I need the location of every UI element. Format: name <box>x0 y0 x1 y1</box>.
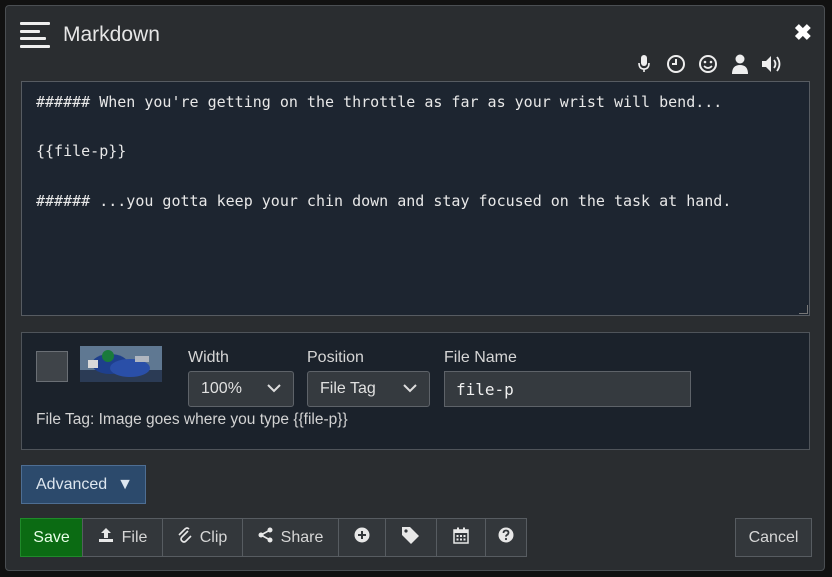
advanced-label: Advanced <box>36 475 108 493</box>
filename-input[interactable]: file-p <box>444 371 691 407</box>
upload-icon <box>98 527 114 548</box>
file-label: File <box>121 528 148 546</box>
editor-tool-icons <box>632 53 784 75</box>
share-button[interactable]: Share <box>242 518 339 557</box>
share-icon <box>258 527 273 548</box>
dialog-title: Markdown <box>63 23 160 46</box>
width-label: Width <box>188 349 229 366</box>
file-panel: Width 100% Position File Tag File Name f… <box>21 332 810 450</box>
file-select-checkbox[interactable] <box>36 351 68 382</box>
clock-icon[interactable] <box>664 53 688 75</box>
plus-circle-icon <box>354 527 370 548</box>
clip-button[interactable]: Clip <box>162 518 243 557</box>
calendar-icon <box>453 527 469 549</box>
bottom-toolbar: Save File Clip Share <box>20 518 527 557</box>
question-circle-icon <box>498 527 514 548</box>
calendar-button[interactable] <box>436 518 486 557</box>
clip-label: Clip <box>199 528 228 546</box>
paperclip-icon <box>178 527 192 548</box>
position-label: Position <box>307 349 364 366</box>
menu-icon[interactable] <box>20 22 50 48</box>
add-button[interactable] <box>338 518 386 557</box>
file-thumbnail[interactable] <box>80 346 162 382</box>
save-button[interactable]: Save <box>20 518 83 557</box>
triangle-down-icon: ▼ <box>117 475 134 493</box>
markdown-dialog: Markdown ✖ ###### When you're getting on… <box>5 5 825 571</box>
position-value: File Tag <box>320 380 376 397</box>
width-value: 100% <box>201 380 242 397</box>
microphone-icon[interactable] <box>632 53 656 75</box>
smiley-icon[interactable] <box>696 53 720 75</box>
chevron-down-icon <box>403 380 417 398</box>
save-label: Save <box>33 528 70 546</box>
chevron-down-icon <box>267 380 281 398</box>
file-button[interactable]: File <box>82 518 163 557</box>
volume-icon[interactable] <box>760 53 784 75</box>
user-icon[interactable] <box>728 53 752 75</box>
dialog-header: Markdown <box>20 18 160 52</box>
file-tag-hint: File Tag: Image goes where you type {{fi… <box>36 411 348 428</box>
cancel-button[interactable]: Cancel <box>735 518 812 557</box>
tags-button[interactable] <box>385 518 437 557</box>
filename-label: File Name <box>444 349 517 366</box>
width-select[interactable]: 100% <box>188 371 294 407</box>
help-button[interactable] <box>485 518 527 557</box>
position-select[interactable]: File Tag <box>307 371 430 407</box>
tag-icon <box>401 526 421 549</box>
advanced-button[interactable]: Advanced ▼ <box>21 465 146 504</box>
share-label: Share <box>280 528 324 546</box>
close-icon[interactable]: ✖ <box>794 20 812 46</box>
markdown-editor[interactable]: ###### When you're getting on the thrott… <box>21 81 810 316</box>
